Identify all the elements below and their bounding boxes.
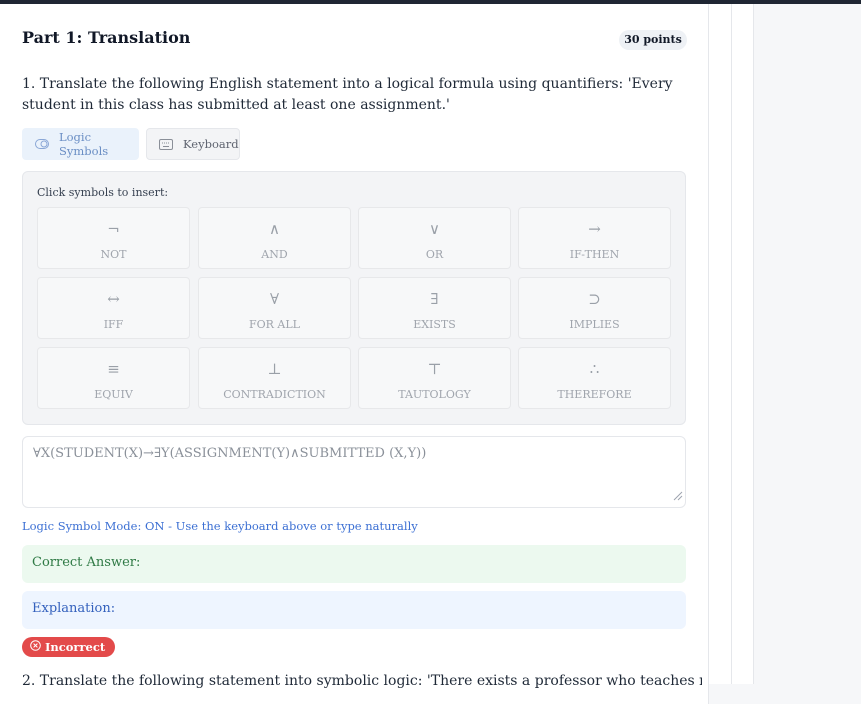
symbol-name: EXISTS [413, 318, 456, 331]
symbol-name: OR [425, 248, 444, 261]
question-card: Part 1: Translation 30 points 1. Transla… [0, 4, 709, 704]
symbol-name: IFF [103, 318, 124, 331]
therefore-symbol: ∴ [589, 360, 600, 378]
and-symbol: ∧ [269, 220, 280, 238]
symbol-name: IF-THEN [569, 248, 620, 261]
symbol-for-all-button[interactable]: ∀ FOR ALL [198, 277, 351, 339]
tab-logic-symbols[interactable]: Logic Symbols [22, 128, 139, 160]
logic-mode-note: Logic Symbol Mode: ON - Use the keyboard… [22, 519, 418, 533]
x-circle-icon [30, 640, 41, 654]
question-2-text: 2. Translate the following statement int… [22, 673, 702, 689]
tab-keyboard[interactable]: Keyboard [146, 128, 240, 160]
symbol-name: FOR ALL [249, 318, 300, 331]
section-title: Part 1: Translation [22, 28, 191, 47]
answer-text: ∀X(STUDENT(X)→∃Y(ASSIGNMENT(Y)∧SUBMITTED… [33, 446, 427, 461]
symbol-name: AND [261, 248, 288, 261]
contradiction-symbol: ⊥ [267, 360, 282, 378]
right-background [754, 4, 861, 684]
symbol-name: EQUIV [94, 388, 133, 401]
tautology-symbol: ⊤ [427, 360, 442, 378]
tab-logic-symbols-label: Logic Symbols [59, 130, 109, 158]
symbol-palette: Click symbols to insert: ¬ NOT ∧ AND ∨ O… [22, 171, 686, 425]
symbol-palette-label: Click symbols to insert: [37, 186, 169, 199]
equiv-symbol: ≡ [107, 360, 120, 378]
exists-symbol: ∃ [430, 290, 439, 308]
tab-keyboard-label: Keyboard [183, 137, 239, 151]
symbol-therefore-button[interactable]: ∴ THEREFORE [518, 347, 671, 409]
if-then-symbol: → [588, 220, 601, 238]
explanation-label: Explanation: [32, 601, 116, 616]
keyboard-icon [159, 138, 173, 150]
symbol-or-button[interactable]: ∨ OR [358, 207, 511, 269]
symbol-implies-button[interactable]: ⊃ IMPLIES [518, 277, 671, 339]
symbol-name: THEREFORE [557, 388, 632, 401]
incorrect-status-badge: Incorrect [22, 637, 116, 657]
iff-symbol: ↔ [107, 290, 120, 308]
status-text: Incorrect [45, 640, 106, 654]
answer-textarea[interactable]: ∀X(STUDENT(X)→∃Y(ASSIGNMENT(Y)∧SUBMITTED… [22, 436, 686, 508]
or-symbol: ∨ [429, 220, 440, 238]
symbol-equiv-button[interactable]: ≡ EQUIV [37, 347, 190, 409]
symbol-not-button[interactable]: ¬ NOT [37, 207, 190, 269]
symbol-exists-button[interactable]: ∃ EXISTS [358, 277, 511, 339]
correct-answer-label: Correct Answer: [32, 555, 141, 570]
correct-answer-box: Correct Answer: [22, 545, 686, 583]
symbol-contradiction-button[interactable]: ⊥ CONTRADICTION [198, 347, 351, 409]
points-badge: 30 points [619, 30, 687, 50]
symbol-and-button[interactable]: ∧ AND [198, 207, 351, 269]
toggle-icon [35, 139, 49, 149]
symbol-tautology-button[interactable]: ⊤ TAUTOLOGY [358, 347, 511, 409]
question-1-text: 1. Translate the following English state… [22, 76, 673, 113]
symbol-iff-button[interactable]: ↔ IFF [37, 277, 190, 339]
symbol-name: NOT [100, 248, 127, 261]
resize-handle-icon[interactable] [673, 486, 683, 505]
symbol-name: IMPLIES [569, 318, 620, 331]
symbol-if-then-button[interactable]: → IF-THEN [518, 207, 671, 269]
not-symbol: ¬ [107, 220, 120, 238]
symbol-name: TAUTOLOGY [398, 388, 471, 401]
implies-symbol: ⊃ [588, 290, 601, 308]
for-all-symbol: ∀ [269, 290, 280, 308]
symbol-name: CONTRADICTION [223, 388, 326, 401]
explanation-box: Explanation: [22, 591, 686, 629]
side-panel-divider [732, 4, 754, 684]
scroll-gutter [709, 4, 732, 684]
